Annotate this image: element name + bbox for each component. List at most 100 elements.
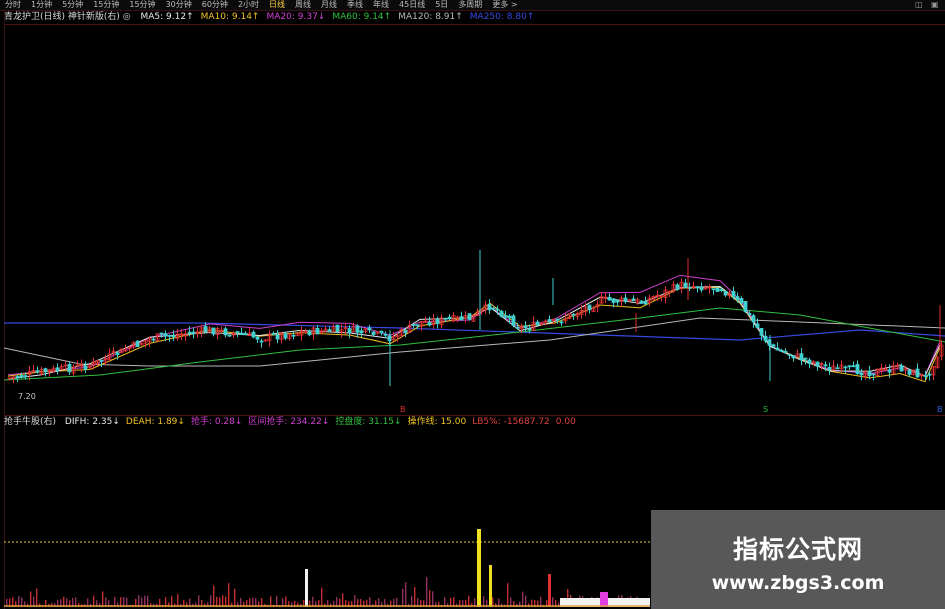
sub-indicator-title[interactable]: 抢手牛股(右) xyxy=(4,417,56,427)
candle-body xyxy=(803,357,808,360)
sub-legend-1: DEAH: 1.89↓ xyxy=(125,417,185,427)
sub-indicator-bar: 抢手牛股(右) DIFH: 2.35↓ DEAH: 1.89↓ 抢手: 0.28↓ 区… xyxy=(4,416,582,428)
watermark-url: www.zbgs3.com xyxy=(711,572,885,594)
low-price-label: 7.20 xyxy=(18,392,36,401)
sub-bar xyxy=(210,595,212,607)
candle-body xyxy=(211,327,216,335)
candle-body xyxy=(203,325,208,333)
candle-body xyxy=(239,332,244,335)
candle-body xyxy=(799,353,804,361)
candle-body xyxy=(367,327,372,331)
sub-bar-red xyxy=(548,574,551,607)
sub-bar-yellow-2 xyxy=(489,565,492,607)
ma20-line xyxy=(7,274,941,377)
sub-bar xyxy=(234,588,236,607)
candle-body xyxy=(523,325,528,329)
candle-body xyxy=(327,329,332,332)
candle-body xyxy=(747,313,752,316)
sub-bar xyxy=(102,591,104,607)
candle-body xyxy=(823,364,828,367)
candle-body xyxy=(675,284,680,290)
candle-body xyxy=(527,328,532,331)
candle-body xyxy=(615,300,620,303)
candle-body xyxy=(843,366,848,369)
candle-body xyxy=(235,331,240,334)
candle-body xyxy=(779,349,784,352)
candle-body xyxy=(487,303,492,311)
candle-body xyxy=(251,331,256,338)
candle-body xyxy=(739,298,744,304)
candle-body xyxy=(611,298,616,303)
sub-bar xyxy=(342,593,344,607)
sub-bar xyxy=(429,590,431,607)
candle-body xyxy=(555,318,560,321)
candle-body xyxy=(223,328,228,336)
watermark: 指标公式网 www.zbgs3.com xyxy=(651,510,945,609)
candle-body xyxy=(83,365,88,370)
sub-legend-4: 控盘度: 31.15↓ xyxy=(335,417,402,427)
sub-bar xyxy=(522,591,524,607)
candle-body xyxy=(335,324,340,332)
sub-bar xyxy=(36,588,38,607)
candle-body xyxy=(835,367,840,370)
candle-body xyxy=(15,376,20,378)
sub-bar xyxy=(402,588,404,607)
candle-body xyxy=(99,359,104,362)
sub-bar xyxy=(30,591,32,607)
candle-body xyxy=(283,333,288,339)
candle-body xyxy=(23,375,28,378)
sub-bar-magenta xyxy=(600,592,608,607)
candle-body xyxy=(631,298,636,302)
candle-body xyxy=(683,282,688,288)
sub-bar xyxy=(507,583,509,607)
candle-body xyxy=(871,373,876,376)
candle-body xyxy=(255,336,260,340)
candle-body xyxy=(731,290,736,297)
sub-legend-3: 区间抢手: 234.22↓ xyxy=(248,417,330,427)
candle-body xyxy=(807,359,812,365)
candle-body xyxy=(403,329,408,334)
sub-legend-2: 抢手: 0.28↓ xyxy=(190,417,243,427)
candle-body xyxy=(755,323,760,329)
candle-body xyxy=(775,347,780,351)
sub-bar-white xyxy=(305,569,308,607)
candle-body xyxy=(55,367,60,371)
candle-body xyxy=(759,328,764,336)
candle-body xyxy=(415,324,420,327)
candle-body xyxy=(115,352,120,355)
sub-bar xyxy=(354,595,356,607)
candle-body xyxy=(491,307,496,310)
candle-body xyxy=(699,287,704,291)
sub-bar xyxy=(405,582,407,607)
candle-body xyxy=(383,333,388,336)
candle-body xyxy=(623,297,628,303)
sub-bar xyxy=(321,587,323,607)
sub-legend-5: 操作线: 15.00 xyxy=(407,417,467,427)
sub-bar xyxy=(222,595,224,607)
candle-body xyxy=(347,328,352,334)
candle-body xyxy=(783,350,788,353)
sub-bar xyxy=(414,587,416,607)
candle-body xyxy=(167,334,172,337)
sub-bar-yellow xyxy=(477,529,481,607)
candle-body xyxy=(271,332,276,335)
candle-body xyxy=(427,321,432,326)
candle-body xyxy=(243,332,248,336)
candle-body xyxy=(447,316,452,320)
candle-body xyxy=(171,335,176,338)
candle-body xyxy=(907,369,912,375)
ma250-line xyxy=(4,322,945,341)
candle-body xyxy=(695,286,700,289)
candle-body xyxy=(435,318,440,325)
sub-legend-7: 0.00 xyxy=(555,417,576,427)
sub-bar xyxy=(198,595,200,607)
candle-body xyxy=(499,310,504,317)
sub-bar xyxy=(426,577,428,607)
candle-body xyxy=(467,313,472,320)
candle-body xyxy=(867,371,872,377)
candle-body xyxy=(151,338,156,341)
candle-body xyxy=(503,315,508,318)
candle-body xyxy=(159,332,164,335)
candle-body xyxy=(927,373,932,376)
candle-body xyxy=(815,361,820,367)
